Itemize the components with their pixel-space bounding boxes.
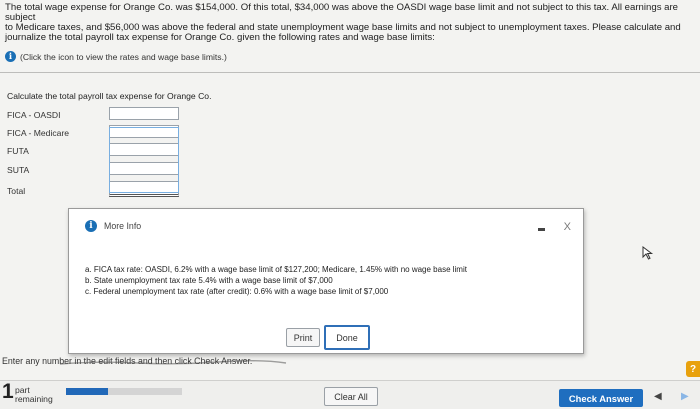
info-icon[interactable]: i — [5, 51, 16, 62]
rate-line-b: b. State unemployment tax rate 5.4% with… — [85, 276, 333, 285]
problem-line-1: The total wage expense for Orange Co. wa… — [5, 2, 679, 23]
check-answer-button[interactable]: Check Answer — [559, 389, 643, 407]
row-label-futa: FUTA — [7, 146, 29, 156]
minimize-icon[interactable] — [538, 228, 545, 231]
instruction-text: Enter any number in the edit fields and … — [2, 356, 287, 366]
row-label-total: Total — [7, 186, 26, 196]
next-question-icon[interactable]: ▶ — [681, 391, 689, 402]
total-input[interactable] — [109, 181, 179, 197]
suta-input[interactable] — [109, 162, 179, 175]
done-button[interactable]: Done — [324, 325, 370, 350]
parts-remaining-count: 1 — [2, 380, 14, 403]
problem-line-3: journalize the total payroll tax expense… — [5, 32, 435, 43]
row-label-suta: SUTA — [7, 165, 30, 175]
calc-title: Calculate the total payroll tax expense … — [7, 91, 212, 101]
mouse-cursor-icon — [642, 246, 654, 260]
rates-hint[interactable]: i (Click the icon to view the rates and … — [5, 51, 227, 62]
rates-hint-text: (Click the icon to view the rates and wa… — [20, 51, 227, 62]
more-info-dialog: i More Info X a. FICA tax rate: OASDI, 6… — [68, 208, 584, 354]
info-icon: i — [85, 220, 97, 232]
rate-line-c: c. Federal unemployment tax rate (after … — [85, 287, 389, 296]
help-button[interactable]: ? — [686, 361, 700, 377]
problem-statement: The total wage expense for Orange Co. wa… — [5, 3, 699, 43]
fica-medicare-input[interactable] — [109, 125, 179, 138]
print-button[interactable]: Print — [286, 328, 320, 347]
rate-line-a: a. FICA tax rate: OASDI, 6.2% with a wag… — [85, 265, 467, 274]
progress-fill — [66, 388, 108, 395]
row-label-fica-medicare: FICA - Medicare — [7, 128, 70, 138]
top-divider — [0, 72, 700, 73]
clear-all-button[interactable]: Clear All — [324, 387, 378, 406]
parts-remaining-label: part remaining — [15, 385, 53, 404]
futa-input[interactable] — [109, 143, 179, 156]
progress-bar — [66, 388, 182, 395]
fica-oasdi-input[interactable] — [109, 107, 179, 120]
close-icon[interactable]: X — [564, 221, 571, 233]
rates-info: a. FICA tax rate: OASDI, 6.2% with a wag… — [85, 264, 467, 297]
dialog-title: More Info — [104, 221, 142, 231]
scribble-mark — [59, 360, 287, 365]
dialog-header: i More Info — [69, 209, 583, 243]
row-label-fica-oasdi: FICA - OASDI — [7, 110, 61, 120]
previous-question-icon[interactable]: ◀ — [654, 391, 662, 402]
